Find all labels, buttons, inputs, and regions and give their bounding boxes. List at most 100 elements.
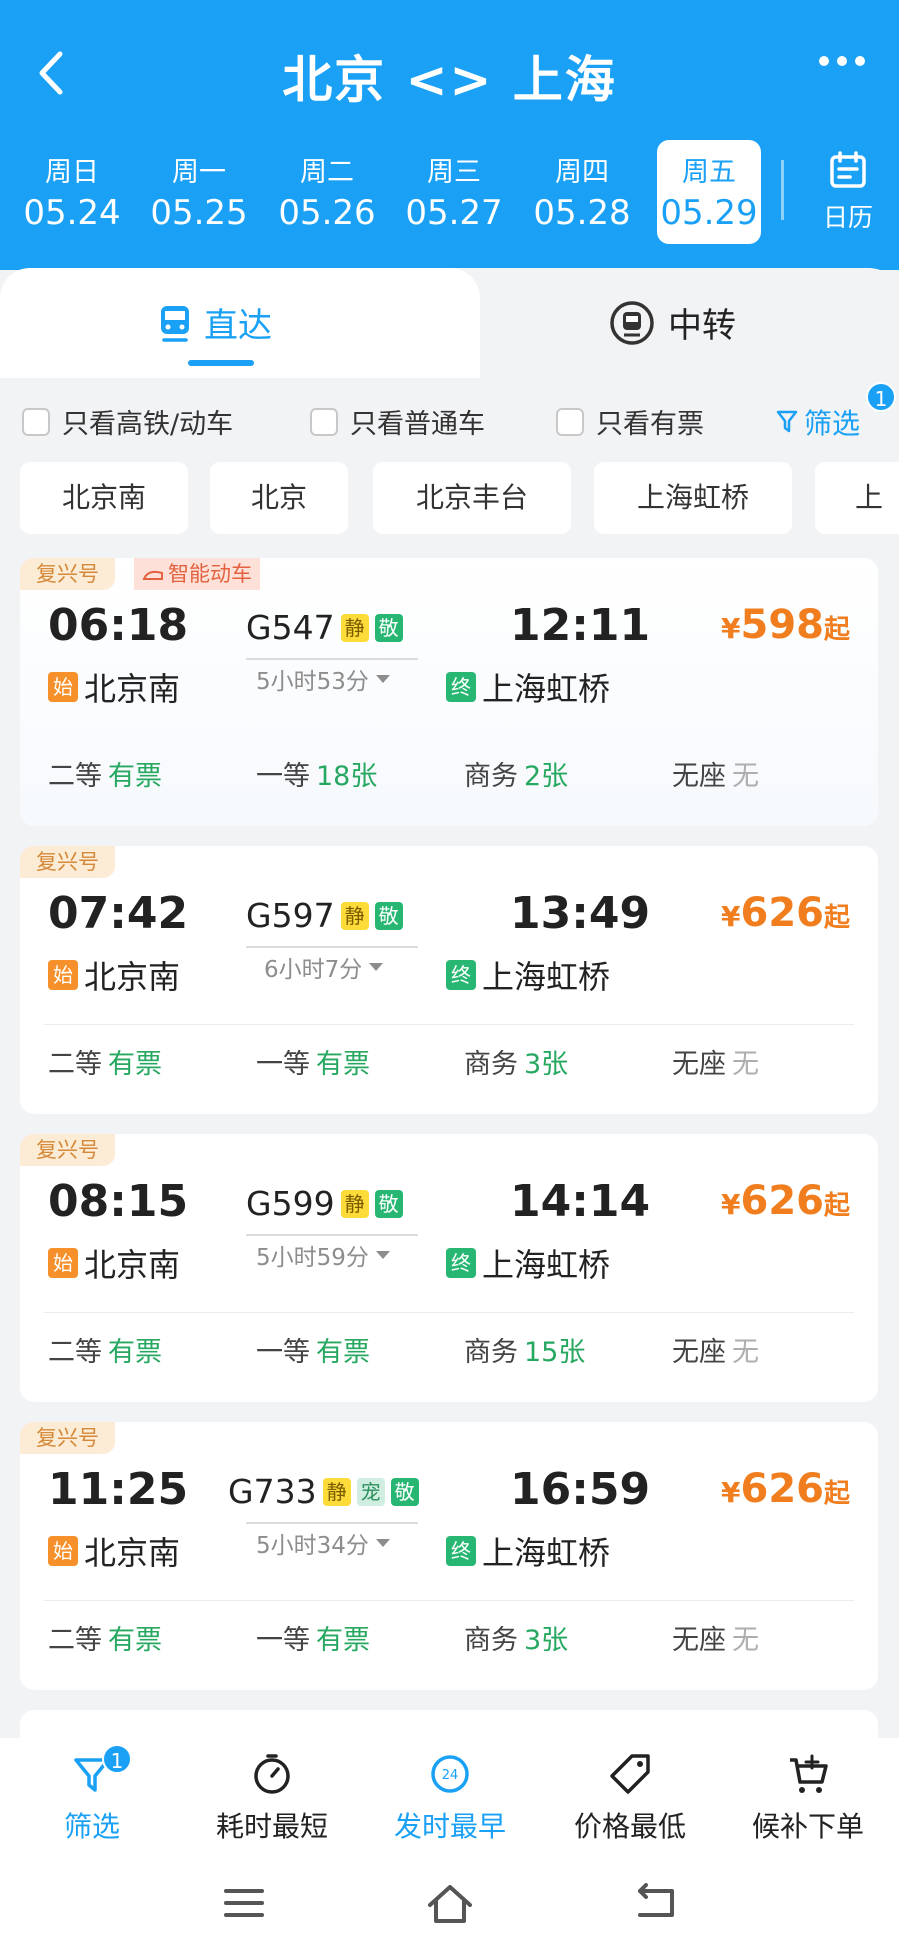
sort-shortest-button[interactable]: 耗时最短 [182, 1748, 362, 1845]
arrival-time: 13:49 [510, 888, 651, 939]
checkbox-high-speed[interactable]: 只看高铁/动车 [22, 402, 233, 441]
seat-availability: 二等 有票 一等 有票 商务 3张 无座无 [20, 1618, 878, 1668]
checkbox-available[interactable]: 只看有票 [556, 402, 704, 441]
date-value: 05.28 [533, 193, 631, 233]
duration-line [246, 1234, 418, 1236]
page-title: 北京 <> 上海 [282, 51, 617, 109]
checkbox-box[interactable] [556, 407, 584, 436]
menu-icon[interactable] [222, 1883, 266, 1923]
seat-name: 商务 [464, 1337, 518, 1368]
tab-direct[interactable]: 直达 [0, 268, 480, 378]
checkbox-label: 只看高铁/动车 [62, 409, 234, 440]
station-chip[interactable]: 上海虹桥 [594, 462, 792, 534]
train-number-label: G733 [228, 1472, 317, 1511]
train-type-tag: 复兴号 [20, 1134, 115, 1166]
clock-24-label: 24 [442, 1768, 459, 1783]
tab-direct-label: 直达 [204, 306, 272, 346]
caret-down-icon [375, 1539, 390, 1547]
seat-business: 商务 3张 [464, 1618, 568, 1657]
train-type-tag: 复兴号 [20, 1422, 115, 1454]
seat-value: 3张 [524, 1625, 569, 1656]
sort-earliest-label: 发时最早 [393, 1810, 506, 1843]
seat-value: 15张 [524, 1337, 586, 1368]
train-card[interactable]: 复兴号 智能动车 06:18 G547 静 敬 5小时53分 12:11 ¥59… [20, 558, 878, 826]
date-item[interactable]: 周四 05.28 [530, 140, 634, 244]
arrival-station: 终 上海虹桥 [446, 1528, 610, 1574]
train-card[interactable]: 复兴号 07:42 G597 静 敬 6小时7分 13:49 ¥626起 始 北… [20, 846, 878, 1114]
seat-first-class: 一等 有票 [256, 1618, 370, 1657]
senior-service-chip: 敬 [374, 1189, 403, 1218]
duration-line [246, 946, 418, 948]
train-icon [161, 305, 189, 342]
station-chip[interactable]: 上 [815, 462, 899, 534]
home-icon[interactable] [426, 1883, 474, 1925]
seat-value: 有票 [108, 761, 162, 792]
date-value: 05.25 [150, 193, 248, 233]
trip-duration[interactable]: 5小时59分 [256, 1238, 391, 1272]
trip-duration[interactable]: 6小时7分 [264, 950, 384, 984]
price-currency: ¥ [721, 900, 741, 933]
station-chip[interactable]: 北京南 [20, 462, 188, 534]
terminal-mark: 终 [446, 1248, 476, 1278]
price-suffix: 起 [823, 615, 850, 645]
date-value: 05.24 [23, 193, 121, 233]
price-suffix: 起 [823, 1191, 850, 1221]
date-item[interactable]: 周一 05.25 [147, 140, 251, 244]
train-type-tag: 复兴号 [20, 846, 115, 878]
seat-name: 无座 [672, 1337, 726, 1368]
date-value: 05.27 [405, 193, 503, 233]
station-chip[interactable]: 北京 [210, 462, 348, 534]
seat-name: 二等 [48, 761, 102, 792]
sort-earliest-button[interactable]: 24 发时最早 [360, 1748, 540, 1845]
tab-active-indicator [188, 360, 254, 366]
seat-value: 2张 [524, 761, 569, 792]
date-item[interactable]: 周三 05.27 [402, 140, 506, 244]
train-card[interactable]: 复兴号 11:25 G733 静 宠 敬 5小时34分 16:59 ¥626起 … [20, 1422, 878, 1690]
price-suffix: 起 [823, 1479, 850, 1509]
funnel-icon [776, 410, 798, 433]
train-card[interactable]: 复兴号 08:15 G599 静 敬 5小时59分 14:14 ¥626起 始 … [20, 1134, 878, 1402]
back-nav-icon[interactable] [634, 1883, 678, 1923]
price-suffix: 起 [823, 903, 850, 933]
calendar-button[interactable]: 日历 [808, 150, 888, 234]
terminal-mark: 终 [446, 672, 476, 702]
date-item-selected[interactable]: 周五 05.29 [657, 140, 761, 244]
terminal-mark: 终 [446, 1536, 476, 1566]
train-number-label: G547 [246, 608, 335, 647]
checkbox-box[interactable] [22, 407, 50, 436]
duration-line [246, 1522, 418, 1524]
ticket-price: ¥598起 [721, 602, 850, 648]
filter-tab-button[interactable]: 筛选 1 [2, 1744, 182, 1845]
price-value: 598 [740, 602, 824, 648]
arrival-station: 终 上海虹桥 [446, 664, 610, 710]
seat-name: 商务 [464, 1625, 518, 1656]
quiet-carriage-chip: 静 [340, 613, 369, 642]
route-type-tabs: 中转 直达 [0, 268, 899, 378]
price-value: 626 [740, 890, 824, 936]
price-value: 626 [740, 1178, 824, 1224]
checkbox-box[interactable] [310, 407, 338, 436]
tab-transfer[interactable]: 中转 [440, 268, 899, 378]
checkbox-label: 只看普通车 [350, 409, 485, 440]
terminal-mark: 终 [446, 960, 476, 990]
more-options-icon[interactable] [819, 56, 865, 66]
filter-button[interactable]: 筛选 [776, 402, 860, 442]
trip-duration[interactable]: 5小时34分 [256, 1526, 391, 1560]
duration-label: 5小时53分 [256, 669, 369, 695]
calendar-label: 日历 [822, 203, 873, 232]
date-weekday: 周日 [45, 157, 99, 188]
waitlist-button[interactable]: 候补下单 [718, 1748, 898, 1845]
date-item[interactable]: 周日 05.24 [20, 140, 124, 244]
filter-count-badge: 1 [866, 382, 896, 412]
date-value: 05.29 [660, 193, 758, 233]
departure-station-name: 北京南 [84, 958, 181, 996]
checkbox-normal[interactable]: 只看普通车 [310, 402, 485, 441]
transfer-train-icon [610, 300, 654, 345]
date-item[interactable]: 周二 05.26 [275, 140, 379, 244]
station-chip[interactable]: 北京丰台 [373, 462, 571, 534]
cart-plus-icon [790, 1754, 828, 1793]
trip-duration[interactable]: 5小时53分 [256, 662, 391, 696]
sort-cheapest-button[interactable]: 价格最低 [540, 1748, 720, 1845]
departure-station: 始 北京南 [48, 952, 180, 998]
quiet-carriage-chip: 静 [340, 901, 369, 930]
